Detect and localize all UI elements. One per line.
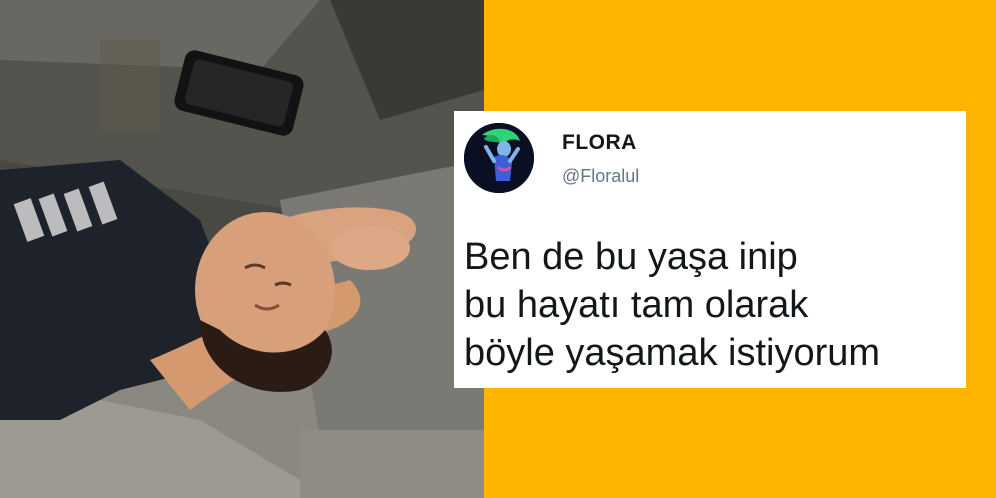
tweet-text-line: bu hayatı tam olarak — [464, 284, 809, 326]
display-name[interactable]: FLORA — [562, 131, 637, 155]
avatar[interactable] — [464, 123, 534, 193]
tweet-text-line: böyle yaşamak istiyorum — [464, 332, 881, 374]
tweet-text-line: Ben de bu yaşa inip — [464, 236, 798, 278]
tweet-card: FLORA @Floralul Ben de bu yaşa inip bu h… — [454, 111, 966, 388]
photo — [0, 0, 484, 498]
tweet-text: Ben de bu yaşa inip bu hayatı tam olarak… — [464, 233, 964, 377]
user-handle[interactable]: @Floralul — [562, 166, 639, 187]
